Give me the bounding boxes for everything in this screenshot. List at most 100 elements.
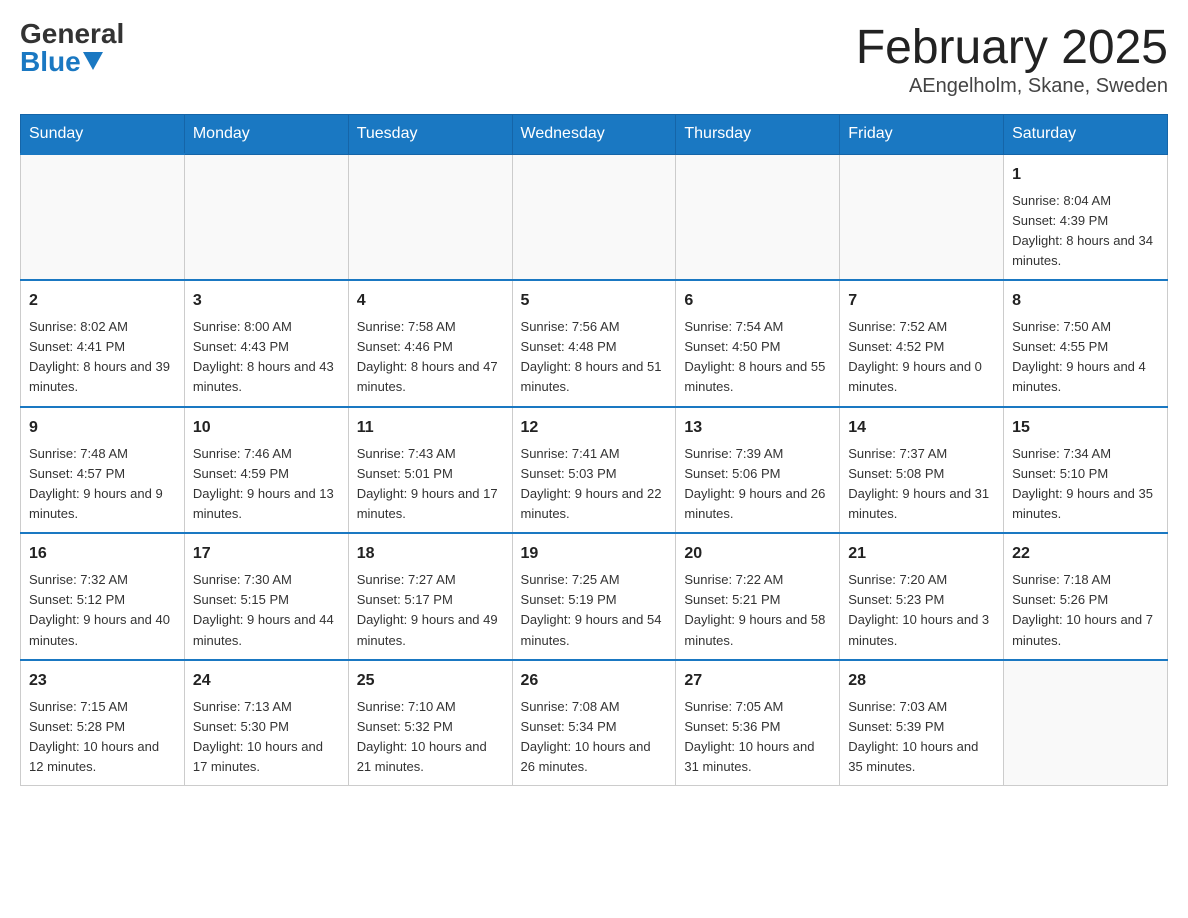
day-number: 10 [193,416,340,440]
day-info: Sunrise: 7:20 AMSunset: 5:23 PMDaylight:… [848,570,995,651]
calendar-cell: 5Sunrise: 7:56 AMSunset: 4:48 PMDaylight… [512,280,676,407]
column-header-wednesday: Wednesday [512,115,676,155]
day-info: Sunrise: 7:18 AMSunset: 5:26 PMDaylight:… [1012,570,1159,651]
day-number: 26 [521,669,668,693]
day-number: 25 [357,669,504,693]
day-info: Sunrise: 7:58 AMSunset: 4:46 PMDaylight:… [357,317,504,398]
calendar-cell: 14 Sunrise: 7:37 AMSunset: 5:08 PMDayligh… [840,407,1004,534]
calendar-cell: 16 Sunrise: 7:32 AMSunset: 5:12 PMDayligh… [21,533,185,660]
logo: General Blue [20,20,124,76]
day-info: Sunrise: 7:50 AMSunset: 4:55 PMDaylight:… [1012,317,1159,398]
page-header: General Blue February 2025 AEngelholm, S… [20,20,1168,98]
day-number: 22 [1012,542,1159,566]
week-row-2: 2 Sunrise: 8:02 AMSunset: 4:41 PMDaylight… [21,280,1168,407]
calendar-cell: 2 Sunrise: 8:02 AMSunset: 4:41 PMDaylight… [21,280,185,407]
week-row-4: 16 Sunrise: 7:32 AMSunset: 5:12 PMDayligh… [21,533,1168,660]
day-number: 23 [29,669,176,693]
day-info: Sunrise: 7:56 AMSunset: 4:48 PMDaylight:… [521,317,668,398]
column-header-thursday: Thursday [676,115,840,155]
calendar-cell: 27 Sunrise: 7:05 AMSunset: 5:36 PMDayligh… [676,660,840,786]
calendar-header-row: SundayMondayTuesdayWednesdayThursdayFrid… [21,115,1168,155]
logo-blue-text: Blue [20,48,124,76]
calendar-cell: 18 Sunrise: 7:27 AMSunset: 5:17 PMDayligh… [348,533,512,660]
calendar-cell: 4 Sunrise: 7:58 AMSunset: 4:46 PMDaylight… [348,280,512,407]
location-text: AEngelholm, Skane, Sweden [856,75,1168,98]
day-info: Sunrise: 7:03 AMSunset: 5:39 PMDaylight:… [848,697,995,778]
calendar-cell: 8 Sunrise: 7:50 AMSunset: 4:55 PMDaylight… [1004,280,1168,407]
day-info: Sunrise: 7:43 AMSunset: 5:01 PMDaylight:… [357,444,504,525]
week-row-3: 9 Sunrise: 7:48 AMSunset: 4:57 PMDaylight… [21,407,1168,534]
day-number: 13 [684,416,831,440]
day-info: Sunrise: 7:32 AMSunset: 5:12 PMDaylight:… [29,570,176,651]
calendar-table: SundayMondayTuesdayWednesdayThursdayFrid… [20,114,1168,786]
calendar-cell [512,154,676,280]
day-info: Sunrise: 7:39 AMSunset: 5:06 PMDaylight:… [684,444,831,525]
day-info: Sunrise: 7:08 AMSunset: 5:34 PMDaylight:… [521,697,668,778]
calendar-cell: 17Sunrise: 7:30 AMSunset: 5:15 PMDayligh… [184,533,348,660]
day-info: Sunrise: 7:15 AMSunset: 5:28 PMDaylight:… [29,697,176,778]
week-row-1: 1Sunrise: 8:04 AMSunset: 4:39 PMDaylight… [21,154,1168,280]
calendar-cell: 10 Sunrise: 7:46 AMSunset: 4:59 PMDayligh… [184,407,348,534]
day-info: Sunrise: 7:22 AMSunset: 5:21 PMDaylight:… [684,570,831,651]
title-area: February 2025 AEngelholm, Skane, Sweden [856,20,1168,98]
day-number: 9 [29,416,176,440]
day-info: Sunrise: 7:48 AMSunset: 4:57 PMDaylight:… [29,444,176,525]
day-info: Sunrise: 7:37 AMSunset: 5:08 PMDaylight:… [848,444,995,525]
day-info: Sunrise: 7:46 AMSunset: 4:59 PMDaylight:… [193,444,340,525]
day-number: 1 [1012,163,1159,187]
column-header-friday: Friday [840,115,1004,155]
calendar-cell: 28 Sunrise: 7:03 AMSunset: 5:39 PMDayligh… [840,660,1004,786]
day-number: 19 [521,542,668,566]
calendar-cell: 7Sunrise: 7:52 AMSunset: 4:52 PMDaylight… [840,280,1004,407]
calendar-cell: 11 Sunrise: 7:43 AMSunset: 5:01 PMDayligh… [348,407,512,534]
calendar-cell: 6Sunrise: 7:54 AMSunset: 4:50 PMDaylight… [676,280,840,407]
day-info: Sunrise: 7:13 AMSunset: 5:30 PMDaylight:… [193,697,340,778]
logo-triangle-icon [83,52,103,70]
column-header-monday: Monday [184,115,348,155]
day-number: 6 [684,289,831,313]
calendar-cell: 26 Sunrise: 7:08 AMSunset: 5:34 PMDayligh… [512,660,676,786]
day-number: 15 [1012,416,1159,440]
calendar-cell: 25 Sunrise: 7:10 AMSunset: 5:32 PMDayligh… [348,660,512,786]
calendar-cell: 15 Sunrise: 7:34 AMSunset: 5:10 PMDayligh… [1004,407,1168,534]
day-info: Sunrise: 7:27 AMSunset: 5:17 PMDaylight:… [357,570,504,651]
day-number: 11 [357,416,504,440]
calendar-cell: 24Sunrise: 7:13 AMSunset: 5:30 PMDayligh… [184,660,348,786]
day-info: Sunrise: 7:30 AMSunset: 5:15 PMDaylight:… [193,570,340,651]
calendar-cell: 23 Sunrise: 7:15 AMSunset: 5:28 PMDayligh… [21,660,185,786]
column-header-sunday: Sunday [21,115,185,155]
calendar-cell [1004,660,1168,786]
calendar-cell: 12Sunrise: 7:41 AMSunset: 5:03 PMDayligh… [512,407,676,534]
day-info: Sunrise: 8:00 AMSunset: 4:43 PMDaylight:… [193,317,340,398]
day-number: 2 [29,289,176,313]
calendar-cell: 19 Sunrise: 7:25 AMSunset: 5:19 PMDayligh… [512,533,676,660]
day-number: 3 [193,289,340,313]
day-info: Sunrise: 7:05 AMSunset: 5:36 PMDaylight:… [684,697,831,778]
day-number: 4 [357,289,504,313]
calendar-cell [840,154,1004,280]
day-number: 14 [848,416,995,440]
day-number: 21 [848,542,995,566]
column-header-saturday: Saturday [1004,115,1168,155]
day-info: Sunrise: 7:34 AMSunset: 5:10 PMDaylight:… [1012,444,1159,525]
day-number: 8 [1012,289,1159,313]
calendar-cell: 1Sunrise: 8:04 AMSunset: 4:39 PMDaylight… [1004,154,1168,280]
day-info: Sunrise: 7:25 AMSunset: 5:19 PMDaylight:… [521,570,668,651]
day-number: 12 [521,416,668,440]
day-info: Sunrise: 8:02 AMSunset: 4:41 PMDaylight:… [29,317,176,398]
week-row-5: 23 Sunrise: 7:15 AMSunset: 5:28 PMDayligh… [21,660,1168,786]
calendar-cell: 20Sunrise: 7:22 AMSunset: 5:21 PMDayligh… [676,533,840,660]
logo-general-text: General [20,20,124,48]
day-info: Sunrise: 7:52 AMSunset: 4:52 PMDaylight:… [848,317,995,398]
month-title: February 2025 [856,20,1168,75]
day-number: 28 [848,669,995,693]
day-number: 27 [684,669,831,693]
day-number: 18 [357,542,504,566]
calendar-cell: 9 Sunrise: 7:48 AMSunset: 4:57 PMDaylight… [21,407,185,534]
calendar-cell [184,154,348,280]
calendar-cell [21,154,185,280]
calendar-cell: 21 Sunrise: 7:20 AMSunset: 5:23 PMDayligh… [840,533,1004,660]
day-info: Sunrise: 7:10 AMSunset: 5:32 PMDaylight:… [357,697,504,778]
column-header-tuesday: Tuesday [348,115,512,155]
day-number: 16 [29,542,176,566]
